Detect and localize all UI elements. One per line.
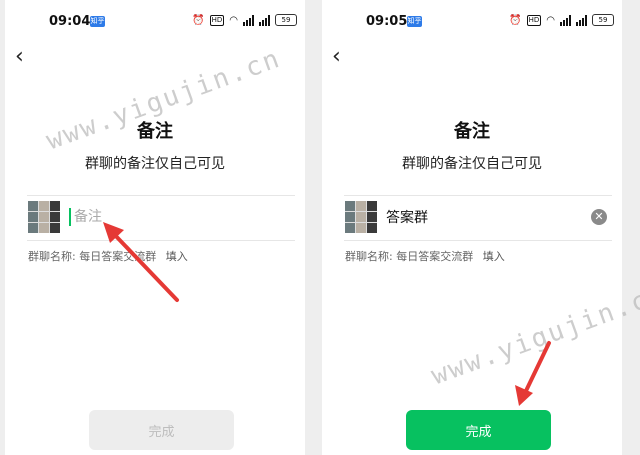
- screen-after: 09:05 知乎 ⏰ HD ◠ 59 ‹ 备注 群聊的备注仅自己可见 ✕ 群聊名…: [322, 0, 622, 455]
- hd-icon: HD: [209, 14, 225, 26]
- status-time: 09:05: [366, 14, 408, 29]
- clear-circle-icon[interactable]: ✕: [591, 209, 607, 225]
- status-bar: 09:05 知乎 ⏰ HD ◠ 59: [322, 0, 622, 40]
- done-button[interactable]: 完成: [406, 410, 551, 450]
- page-subtitle: 群聊的备注仅自己可见: [402, 156, 542, 172]
- wifi-icon: ◠: [546, 14, 555, 26]
- group-name-label: 群聊名称: 每日答案交流群: [345, 250, 474, 263]
- divider: [344, 240, 612, 241]
- remark-input[interactable]: [386, 203, 586, 231]
- app-notification-icon: 知乎: [407, 16, 422, 27]
- app-notification-icon: 知乎: [90, 16, 105, 27]
- status-icons: ⏰ HD ◠ 59: [509, 14, 614, 26]
- alarm-icon: ⏰: [509, 14, 522, 26]
- group-avatar: [345, 201, 377, 233]
- battery-icon: 59: [592, 14, 614, 26]
- chevron-left-icon[interactable]: ‹: [332, 44, 341, 69]
- hd-icon: HD: [526, 14, 542, 26]
- status-time: 09:04: [49, 14, 91, 29]
- battery-icon: 59: [275, 14, 297, 26]
- group-name-hint: 群聊名称: 每日答案交流群 填入: [28, 248, 188, 264]
- divider: [27, 240, 295, 241]
- status-icons: ⏰ HD ◠ 59: [192, 14, 297, 26]
- group-name-hint: 群聊名称: 每日答案交流群 填入: [345, 248, 505, 264]
- remark-input[interactable]: [74, 203, 274, 231]
- alarm-icon: ⏰: [192, 14, 205, 26]
- group-avatar: [28, 201, 60, 233]
- wifi-icon: ◠: [229, 14, 238, 26]
- fill-in-link[interactable]: 填入: [166, 250, 188, 263]
- status-bar: 09:04 知乎 ⏰ HD ◠ 59: [5, 0, 305, 40]
- divider: [27, 195, 295, 196]
- done-button[interactable]: 完成: [89, 410, 234, 450]
- group-name-label: 群聊名称: 每日答案交流群: [28, 250, 157, 263]
- chevron-left-icon[interactable]: ‹: [15, 44, 24, 69]
- text-caret: [69, 208, 71, 226]
- divider: [344, 195, 612, 196]
- page-subtitle: 群聊的备注仅自己可见: [85, 156, 225, 172]
- signal-icon: [576, 14, 587, 26]
- signal-icon: [560, 14, 571, 26]
- signal-icon: [243, 14, 254, 26]
- page-title: 备注: [454, 121, 490, 142]
- signal-icon: [259, 14, 270, 26]
- fill-in-link[interactable]: 填入: [483, 250, 505, 263]
